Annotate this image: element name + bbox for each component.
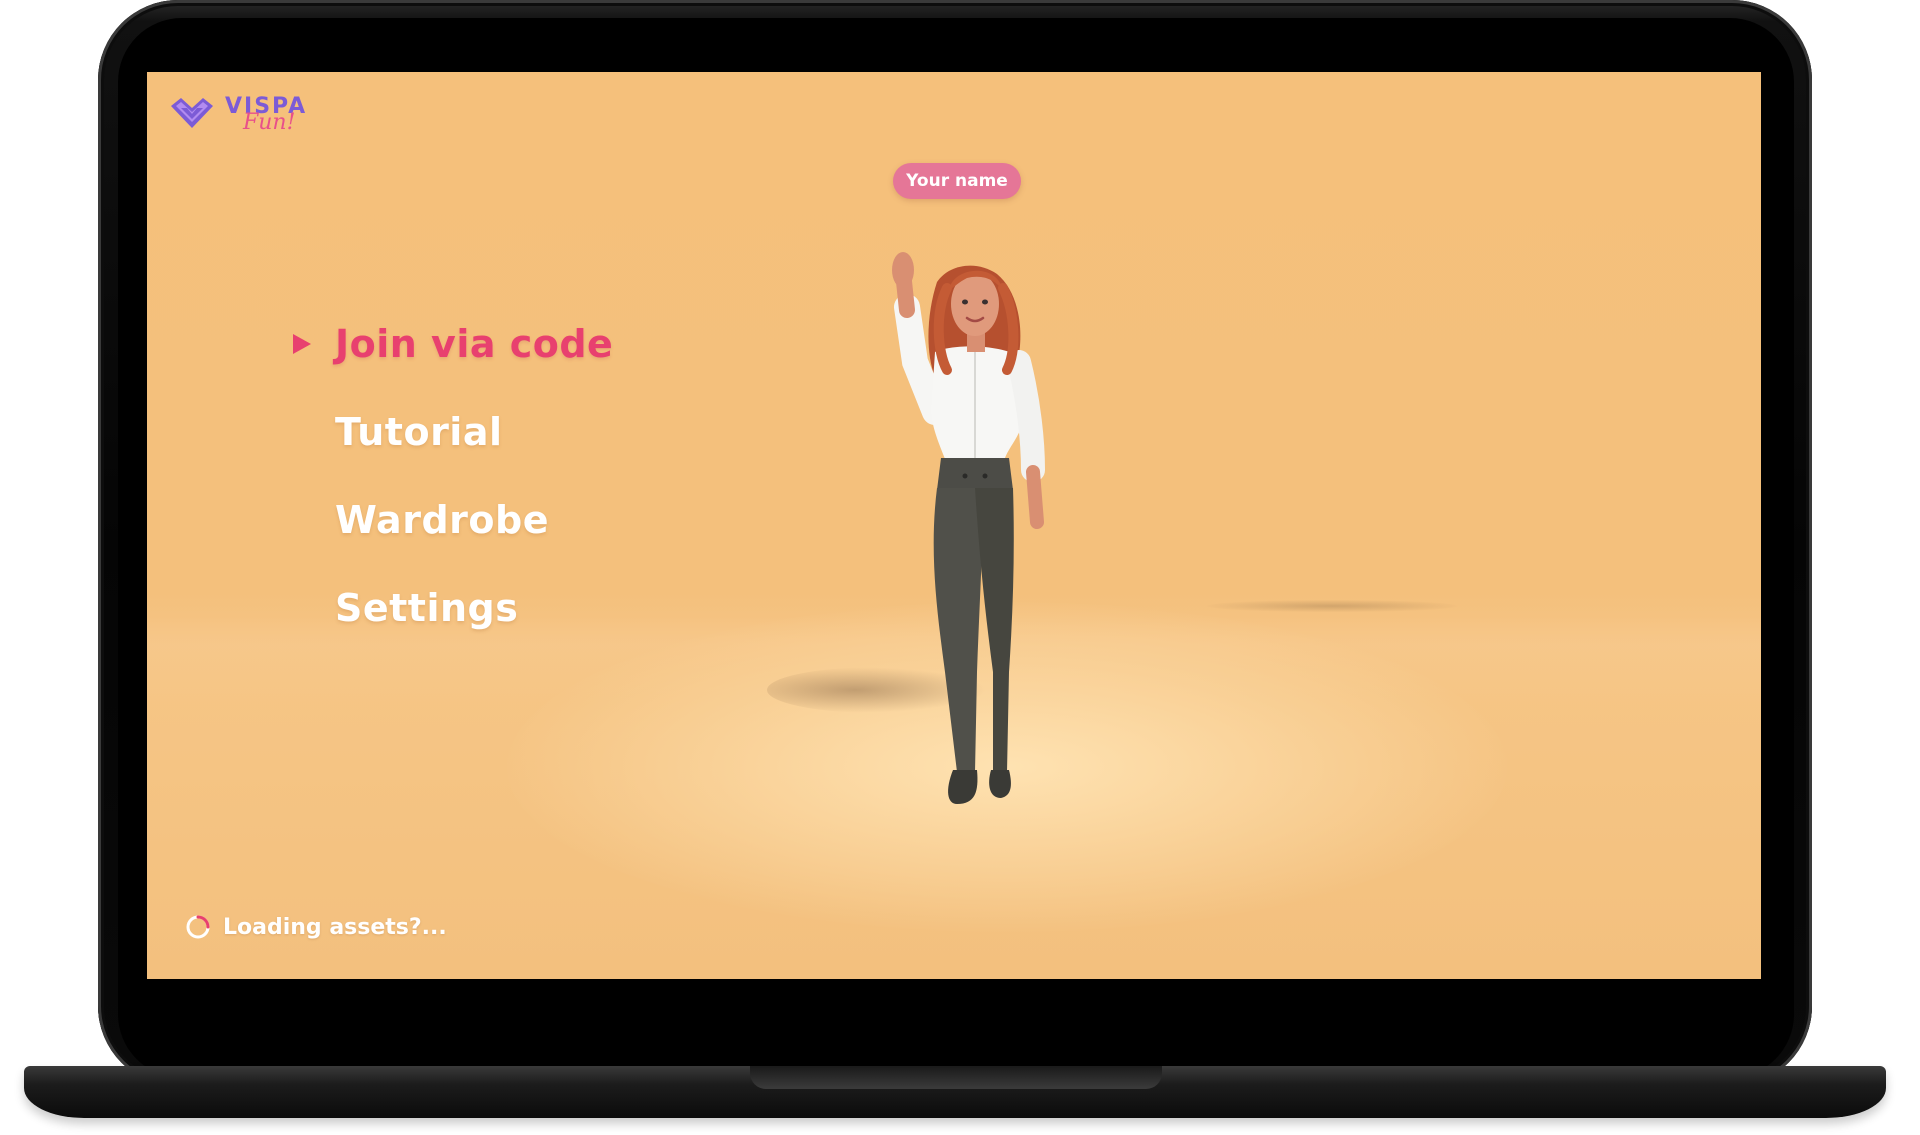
player-name-button[interactable]: Your name — [893, 163, 1021, 199]
menu-label: Settings — [335, 586, 519, 630]
loading-text: Loading assets?... — [223, 914, 447, 940]
game-screen: VISPA Fun! Your name Join via code Tutor… — [147, 72, 1761, 979]
loading-spinner-icon — [186, 915, 210, 939]
play-triangle-icon — [293, 334, 311, 354]
menu-item-join-via-code[interactable]: Join via code — [293, 300, 614, 388]
logo-subword: Fun! — [243, 110, 296, 135]
menu-label: Wardrobe — [335, 498, 549, 542]
vispa-heart-logo-icon — [171, 98, 213, 128]
floor-shadow — [1207, 600, 1457, 612]
menu-item-settings[interactable]: Settings — [335, 564, 613, 652]
main-menu: Join via code Tutorial Wardrobe Settings — [293, 300, 614, 652]
menu-label: Join via code — [335, 322, 614, 366]
laptop-mockup: VISPA Fun! Your name Join via code Tutor… — [0, 0, 1920, 1135]
menu-item-tutorial[interactable]: Tutorial — [335, 388, 613, 476]
menu-item-wardrobe[interactable]: Wardrobe — [335, 476, 613, 564]
app-logo: VISPA Fun! — [167, 94, 307, 138]
loading-status: Loading assets?... — [185, 914, 447, 940]
menu-label: Tutorial — [335, 410, 503, 454]
waving-avatar-figure — [892, 252, 1045, 804]
laptop-base-notch — [750, 1066, 1162, 1089]
